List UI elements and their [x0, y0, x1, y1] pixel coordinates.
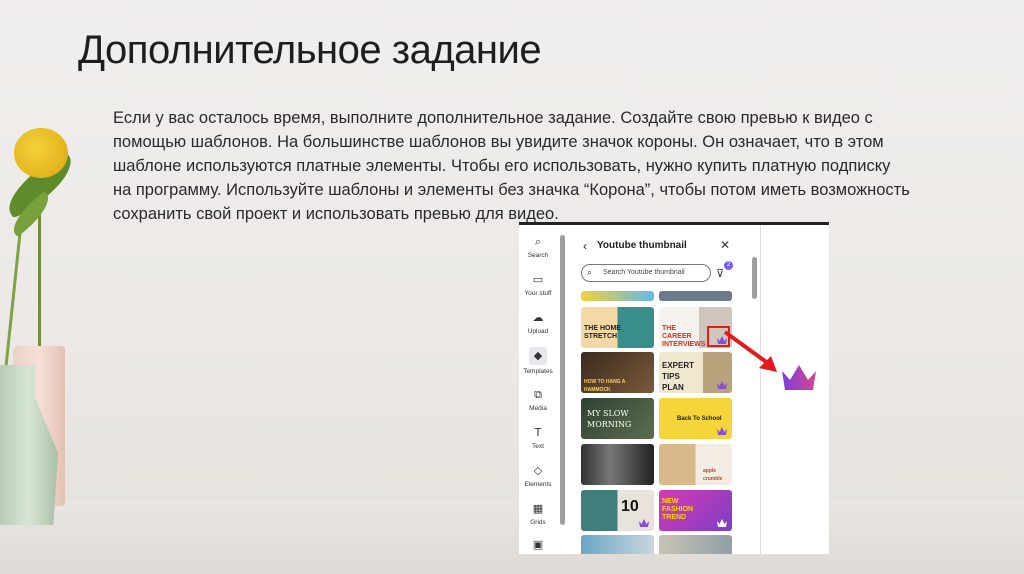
red-arrow-icon: [723, 330, 777, 372]
sidebar-item-your-stuff[interactable]: ▭ Your stuff: [519, 273, 557, 297]
template-thumbnail[interactable]: HOW TO HANG A HAMMOCK: [581, 352, 654, 393]
close-icon[interactable]: ✕: [720, 238, 730, 252]
floor-decor: [0, 500, 1024, 574]
crown-icon: [717, 519, 727, 527]
search-input[interactable]: ⌕ Search Youtube thumbnail: [581, 264, 711, 282]
grids-icon: ▦: [532, 502, 544, 515]
template-thumbnail[interactable]: [659, 291, 732, 301]
templates-panel: ‹ Youtube thumbnail ✕ ⌕ Search Youtube t…: [570, 225, 750, 554]
crown-icon: [717, 427, 727, 435]
more-icon: ▣: [532, 538, 544, 551]
template-thumbnail[interactable]: EXPERT TIPS PLAN: [659, 352, 732, 393]
panel-divider: [760, 225, 761, 554]
sidebar-item-text[interactable]: T Text: [519, 426, 557, 450]
search-icon: ⌕: [534, 235, 542, 248]
sidebar-scrollbar[interactable]: [560, 235, 565, 525]
template-thumbnail[interactable]: 10: [581, 490, 654, 531]
panel-scrollbar[interactable]: [752, 257, 757, 299]
upload-icon: ☁: [532, 311, 544, 324]
sidebar-item-elements[interactable]: ◇ Elements: [519, 464, 557, 488]
crown-icon: [639, 519, 649, 527]
elements-icon: ◇: [533, 464, 543, 477]
template-thumbnail[interactable]: NEW FASHION TREND: [659, 490, 732, 531]
sidebar-item-grids[interactable]: ▦ Grids: [519, 502, 557, 526]
sidebar-item-templates[interactable]: ◆ Templates: [519, 347, 557, 375]
crown-icon: [717, 381, 727, 389]
slide-body-text: Если у вас осталось время, выполните доп…: [113, 109, 910, 223]
template-thumbnail[interactable]: apple crumble: [659, 444, 732, 485]
template-thumbnail[interactable]: [581, 291, 654, 301]
templates-icon: ◆: [529, 347, 547, 365]
folder-icon: ▭: [532, 273, 544, 286]
sidebar-item-search[interactable]: ⌕ Search: [519, 235, 557, 259]
panel-title: Youtube thumbnail: [597, 240, 687, 251]
sidebar-item-upload[interactable]: ☁ Upload: [519, 311, 557, 335]
search-placeholder: Search Youtube thumbnail: [603, 269, 685, 276]
filter-count-badge: 2: [724, 261, 733, 270]
template-thumbnail[interactable]: Back To School: [659, 398, 732, 439]
template-thumbnail[interactable]: [581, 535, 654, 554]
slide-title: Дополнительное задание: [78, 28, 542, 72]
text-icon: T: [534, 426, 542, 439]
sidebar-rail: ⌕ Search ▭ Your stuff ☁ Upload ◆ Templat…: [519, 225, 557, 554]
template-thumbnail[interactable]: [581, 444, 654, 485]
filter-icon[interactable]: ⊽: [716, 267, 724, 280]
back-icon[interactable]: ‹: [583, 239, 587, 253]
template-thumbnail[interactable]: THE HOME STRETCH: [581, 307, 654, 348]
sidebar-item-media[interactable]: ⧉ Media: [519, 388, 557, 412]
sidebar-item-more[interactable]: ▣: [519, 538, 557, 552]
slide: Дополнительное задание Если у вас остало…: [0, 0, 1024, 574]
crown-icon: [782, 365, 816, 390]
template-thumbnail[interactable]: MY SLOW MORNING: [581, 398, 654, 439]
yellow-flower-decor: [14, 128, 68, 178]
template-thumbnail[interactable]: [659, 535, 732, 554]
search-icon: ⌕: [587, 267, 593, 277]
media-icon: ⧉: [534, 388, 542, 401]
